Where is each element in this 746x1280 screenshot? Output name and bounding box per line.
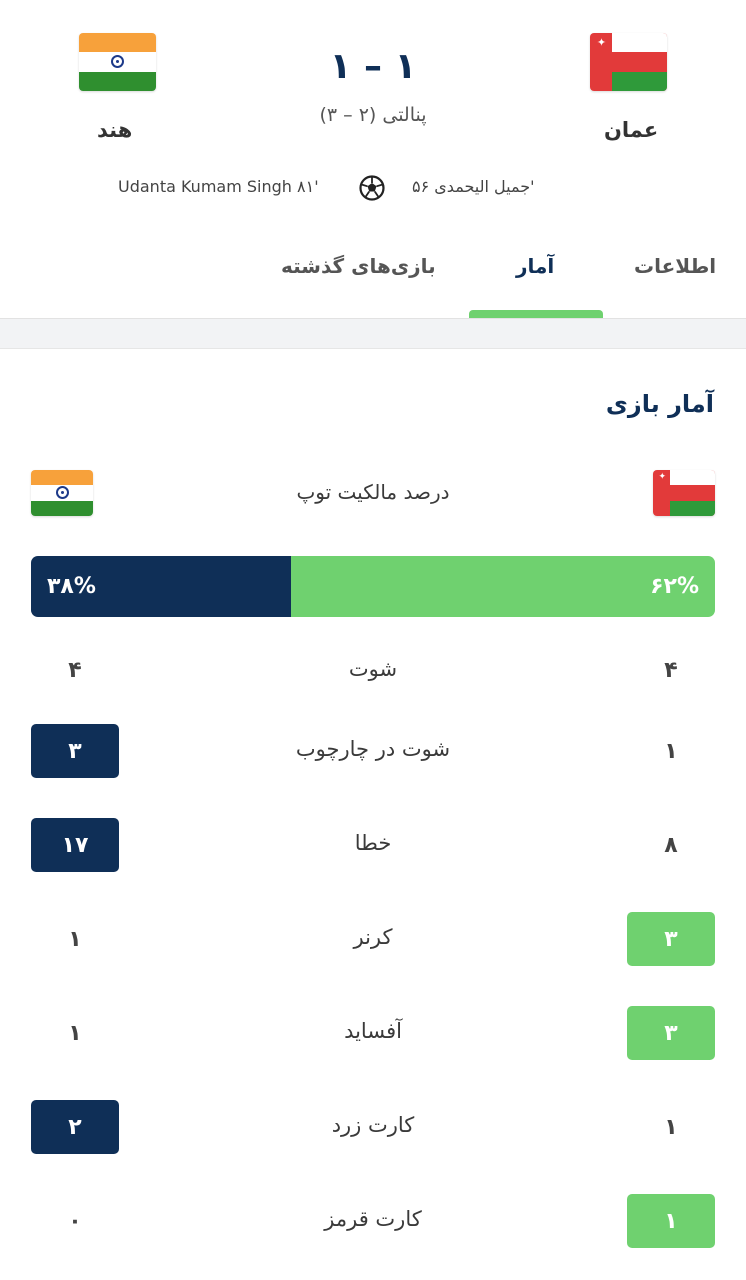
stat-home-value: ۳ — [627, 1006, 715, 1060]
home-scorer: جمیل الیحمدی ۵۶' — [412, 177, 535, 196]
stat-home-value: ۱ — [664, 738, 678, 764]
stat-home-value: ۱ — [627, 1194, 715, 1248]
stat-home-value: ۳ — [627, 912, 715, 966]
stat-home-value: ۱ — [664, 1114, 678, 1140]
possession-away-value: ۳۸% — [47, 574, 96, 599]
match-score: ۱ – ۱ — [329, 46, 417, 87]
soccer-ball-icon — [359, 175, 385, 201]
possession-away-fill: ۳۸% — [31, 556, 291, 617]
possession-home-value: ۶۲% — [650, 574, 699, 599]
tab-previous-matches[interactable]: بازی‌های گذشته — [281, 254, 436, 278]
tab-stats[interactable]: آمار — [516, 254, 554, 278]
stat-home-value: ۴ — [664, 657, 678, 683]
active-tab-indicator — [469, 310, 603, 318]
possession-home-fill: ۶۲% — [290, 556, 715, 617]
away-scorer: Udanta Kumam Singh ۸۱' — [118, 177, 319, 196]
penalty-score: پنالتی (۲ – ۳) — [319, 104, 427, 126]
possession-bar: ۳۸% ۶۲% — [31, 556, 715, 617]
stat-home-value: ۸ — [664, 832, 678, 858]
section-separator — [0, 319, 746, 349]
possession-label: درصد مالکیت توپ — [296, 480, 450, 504]
stats-section-title: آمار بازی — [605, 390, 714, 418]
tab-info[interactable]: اطلاعات — [634, 254, 716, 278]
